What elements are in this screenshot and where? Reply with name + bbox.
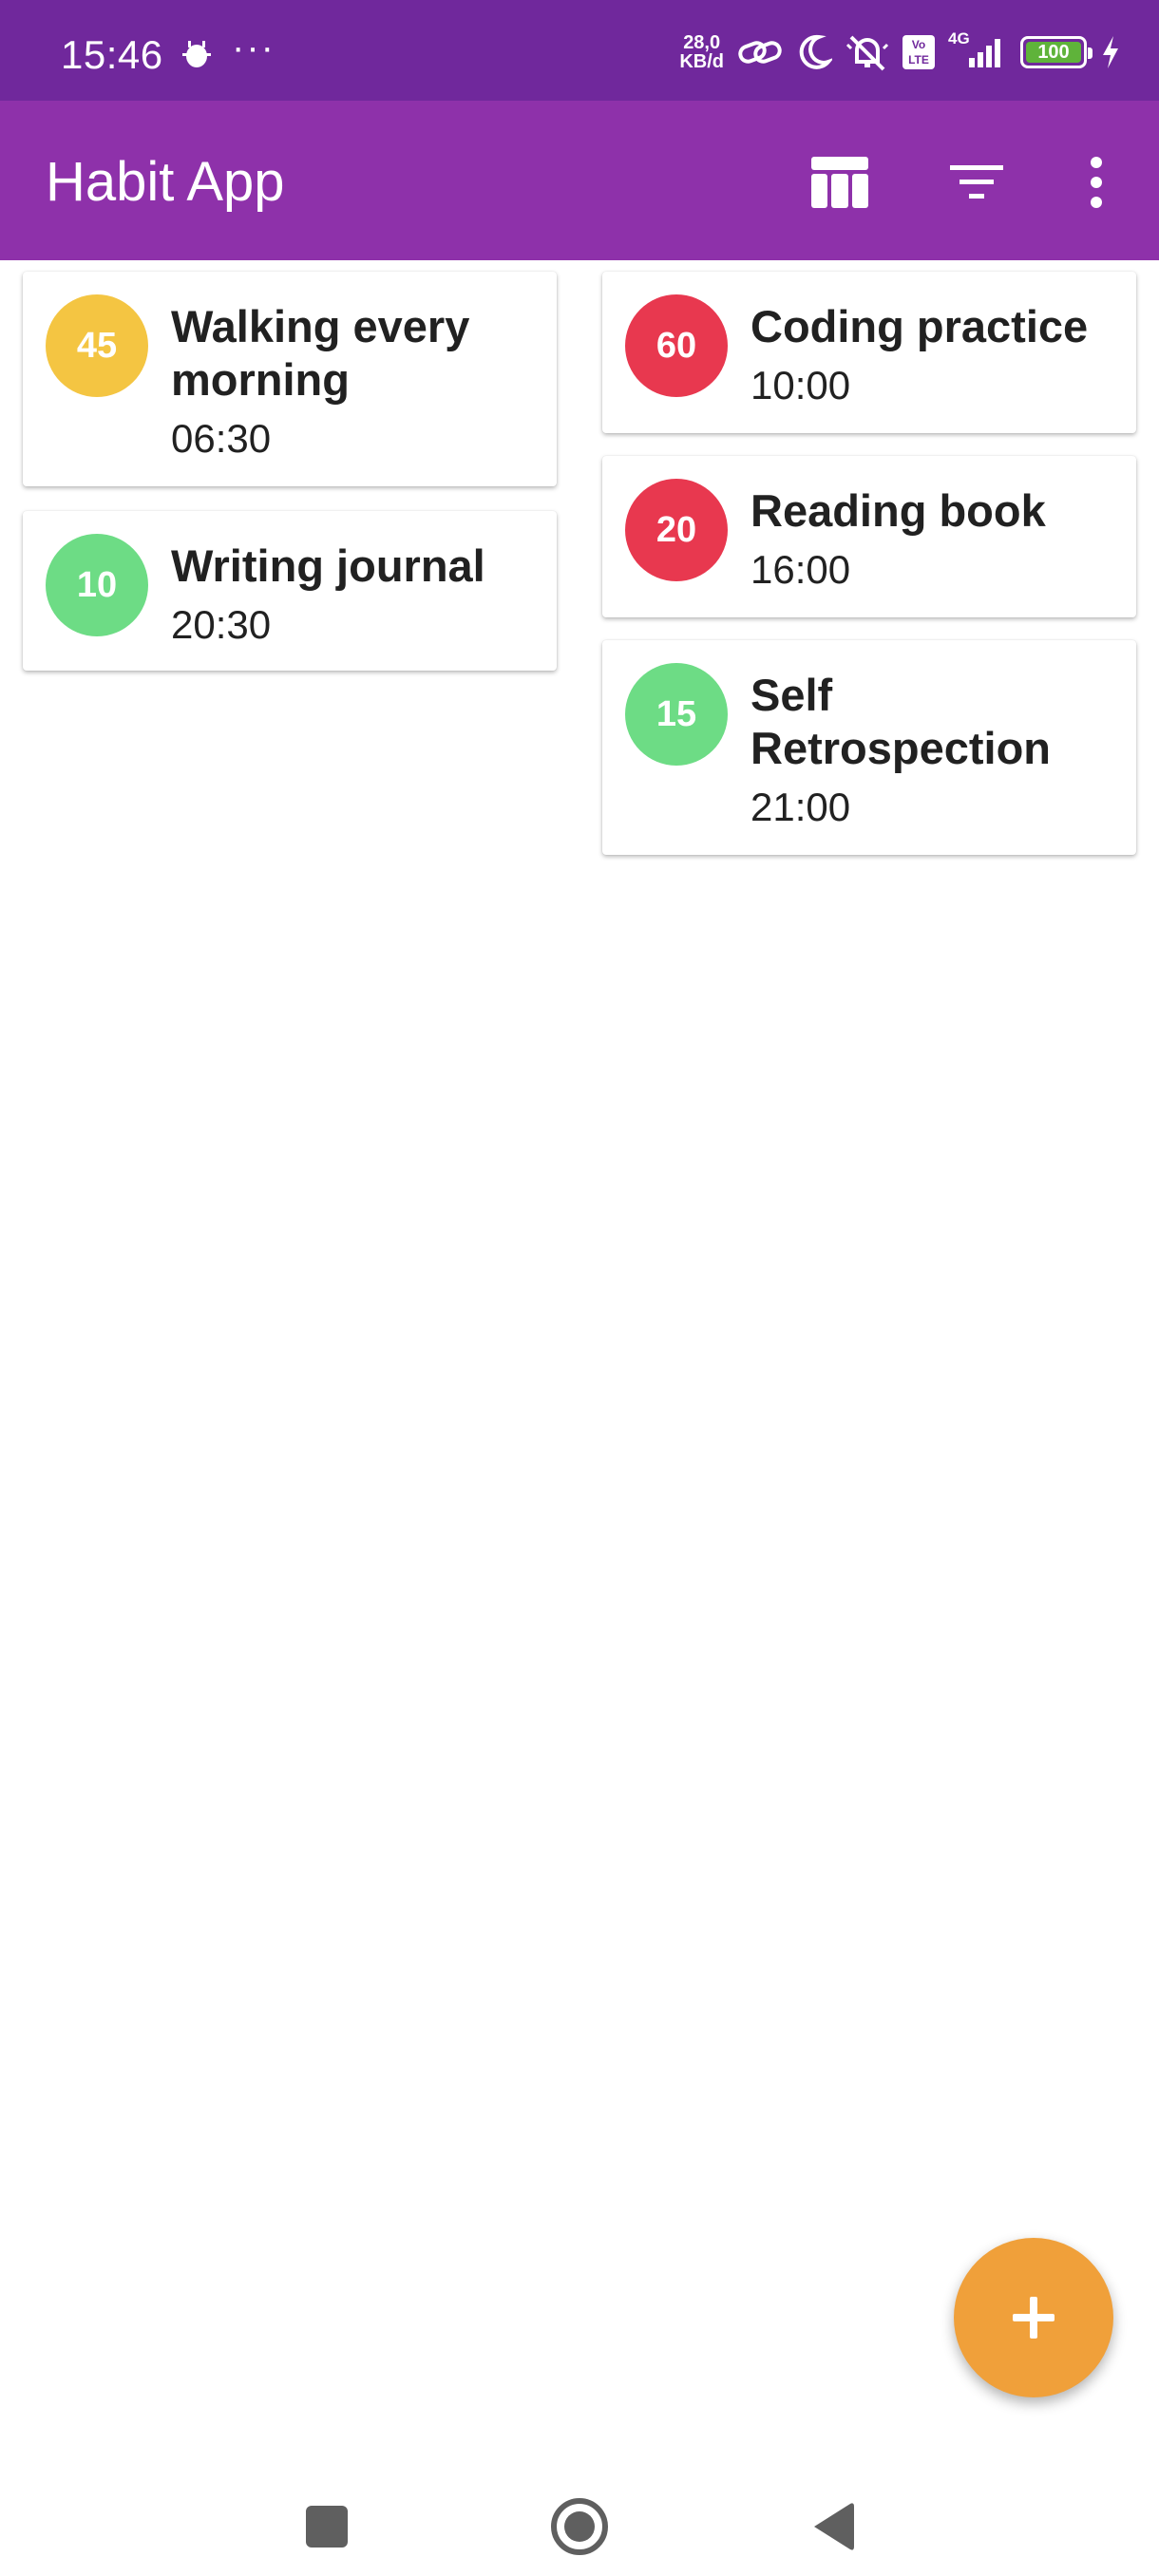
more-vert-icon [1091,157,1102,208]
home-button[interactable] [542,2489,618,2565]
filter-icon [950,165,1003,199]
mute-icon [846,35,889,71]
signal-icon: 4G [948,29,1007,71]
habit-title: Self Retrospection [750,670,1051,773]
link-icon [738,41,782,64]
status-bar: 15:46 ··· 28,0 KB/d Vo LTE 4G 100 [0,0,1159,101]
recents-button[interactable] [289,2489,365,2565]
habit-score-badge: 20 [625,479,728,581]
battery-level: 100 [1037,42,1070,63]
add-habit-button[interactable] [954,2238,1113,2397]
more-notifications-icon: ··· [232,27,276,68]
habit-time: 21:00 [750,785,851,829]
back-triangle-icon [814,2503,854,2550]
habit-title: Coding practice [750,301,1089,351]
habit-card[interactable]: 15 Self Retrospection 21:00 [602,640,1136,855]
recents-square-icon [306,2506,348,2548]
habit-card[interactable]: 20 Reading book 16:00 [602,456,1136,617]
habit-title: Walking every morning [171,301,470,405]
table-view-button[interactable] [804,146,876,218]
habit-score-badge: 45 [46,294,148,397]
status-time: 15:46 [61,32,163,77]
bug-notification-icon [182,41,211,67]
back-button[interactable] [794,2489,870,2565]
app-title: Habit App [46,151,285,213]
system-nav-bar [0,2432,1159,2576]
habit-time: 06:30 [171,416,272,461]
habit-score-badge: 10 [46,534,148,636]
home-circle-icon [551,2498,608,2555]
volte-label: Vo LTE [908,38,929,66]
speed-value: 28,0 [683,32,721,53]
charging-icon [1103,36,1118,68]
habit-score-badge: 60 [625,294,728,397]
more-options-button[interactable] [1060,146,1132,218]
habit-card[interactable]: 45 Walking every morning 06:30 [23,272,557,486]
plus-icon [1013,2297,1054,2339]
habit-title: Writing journal [171,540,485,591]
habit-time: 10:00 [750,363,851,407]
speed-unit: KB/d [679,51,724,72]
habit-score-badge: 15 [625,663,728,766]
network-speed: 28,0 KB/d [679,33,724,71]
habit-card[interactable]: 60 Coding practice 10:00 [602,272,1136,433]
table-view-icon [811,157,868,208]
habit-time: 20:30 [171,602,272,647]
habit-time: 16:00 [750,547,851,592]
app-bar: Habit App [0,101,1159,260]
filter-button[interactable] [940,146,1013,218]
moon-icon [799,34,832,69]
battery-icon: 100 [1020,36,1092,68]
habit-title: Reading book [750,485,1046,536]
habit-card[interactable]: 10 Writing journal 20:30 [23,511,557,671]
volte-icon: Vo LTE [902,35,935,69]
